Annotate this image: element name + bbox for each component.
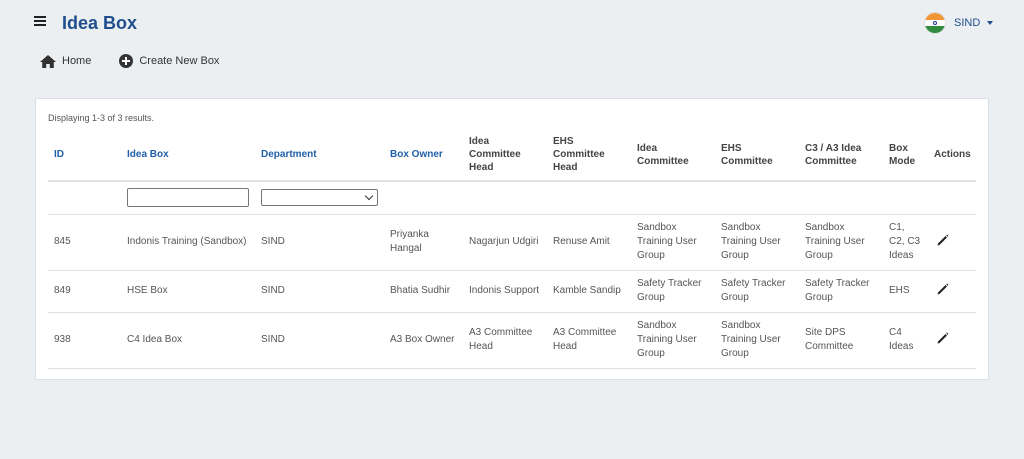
cell-department: SIND — [255, 312, 384, 369]
column-header-ehs-committee-head: EHS Committee Head — [547, 129, 631, 182]
table-body: 845 Indonis Training (Sandbox) SIND Priy… — [48, 214, 976, 369]
home-link[interactable]: Home — [40, 54, 92, 68]
cell-idea-committee-head: A3 Committee Head — [463, 312, 547, 369]
cell-ehs-committee-head: Kamble Sandip — [547, 270, 631, 313]
india-flag-icon — [924, 12, 946, 34]
cell-department: SIND — [255, 214, 384, 271]
column-header-c3a3-committee: C3 / A3 Idea Committee — [799, 129, 883, 182]
page-title: Idea Box — [62, 13, 138, 33]
column-header-idea-committee: Idea Committee — [631, 129, 715, 182]
table-row: 938 C4 Idea Box SIND A3 Box Owner A3 Com… — [48, 312, 976, 369]
cell-actions — [928, 214, 976, 271]
cell-box-owner: Bhatia Sudhir — [384, 270, 463, 313]
cell-ehs-committee: Sandbox Training User Group — [715, 214, 799, 271]
cell-actions — [928, 270, 976, 313]
pencil-edit-icon[interactable] — [936, 331, 950, 345]
pencil-edit-icon[interactable] — [936, 233, 950, 247]
cell-id: 845 — [48, 214, 121, 271]
table-header-row: ID Idea Box Department Box Owner Idea Co… — [48, 129, 976, 182]
cell-idea-box: C4 Idea Box — [121, 312, 255, 369]
results-summary: Displaying 1-3 of 3 results. — [48, 113, 155, 123]
user-name: SIND — [954, 17, 981, 29]
cell-idea-box: HSE Box — [121, 270, 255, 313]
cell-box-owner: Priyanka Hangal — [384, 214, 463, 271]
column-header-actions: Actions — [928, 129, 976, 182]
idea-box-grid-card: Displaying 1-3 of 3 results. ID Idea Box… — [35, 98, 989, 380]
chevron-down-icon — [987, 21, 994, 25]
cell-ehs-committee: Sandbox Training User Group — [715, 312, 799, 369]
column-header-idea-committee-head: Idea Committee Head — [463, 129, 547, 182]
top-bar: Idea Box SIND — [0, 0, 1024, 48]
cell-box-mode: EHS — [883, 270, 928, 313]
cell-c3a3-committee: Sandbox Training User Group — [799, 214, 883, 271]
table-row: 845 Indonis Training (Sandbox) SIND Priy… — [48, 214, 976, 271]
create-new-box-label: Create New Box — [139, 55, 220, 67]
action-nav: Home Create New Box — [40, 54, 247, 68]
pencil-edit-icon[interactable] — [936, 282, 950, 296]
idea-box-filter-input[interactable] — [127, 188, 249, 208]
cell-idea-box: Indonis Training (Sandbox) — [121, 214, 255, 271]
column-header-ehs-committee: EHS Committee — [715, 129, 799, 182]
cell-ehs-committee-head: Renuse Amit — [547, 214, 631, 271]
cell-ehs-committee: Safety Tracker Group — [715, 270, 799, 313]
cell-idea-committee: Sandbox Training User Group — [631, 312, 715, 369]
column-header-idea-box[interactable]: Idea Box — [121, 129, 255, 182]
cell-idea-committee: Sandbox Training User Group — [631, 214, 715, 271]
column-header-id[interactable]: ID — [48, 129, 121, 182]
cell-box-mode: C1, C2, C3 Ideas — [883, 214, 928, 271]
column-header-box-mode: Box Mode — [883, 129, 928, 182]
create-new-box-button[interactable]: Create New Box — [119, 54, 219, 68]
cell-box-mode: C4 Ideas — [883, 312, 928, 369]
home-label: Home — [62, 55, 92, 67]
chevron-down-icon — [364, 192, 374, 201]
cell-id: 938 — [48, 312, 121, 369]
cell-c3a3-committee: Site DPS Committee — [799, 312, 883, 369]
column-header-box-owner[interactable]: Box Owner — [384, 129, 463, 182]
user-menu[interactable]: SIND — [924, 12, 994, 34]
cell-actions — [928, 312, 976, 369]
cell-box-owner: A3 Box Owner — [384, 312, 463, 369]
cell-idea-committee-head: Indonis Support — [463, 270, 547, 313]
column-header-department[interactable]: Department — [255, 129, 384, 182]
cell-idea-committee-head: Nagarjun Udgiri — [463, 214, 547, 271]
filter-row — [48, 181, 976, 215]
table-row: 849 HSE Box SIND Bhatia Sudhir Indonis S… — [48, 270, 976, 313]
home-icon — [40, 54, 56, 68]
department-filter-select[interactable] — [261, 189, 378, 207]
idea-box-table: ID Idea Box Department Box Owner Idea Co… — [48, 129, 976, 369]
cell-c3a3-committee: Safety Tracker Group — [799, 270, 883, 313]
cell-id: 849 — [48, 270, 121, 313]
cell-idea-committee: Safety Tracker Group — [631, 270, 715, 313]
hamburger-icon[interactable] — [34, 16, 46, 28]
plus-circle-icon — [119, 54, 134, 68]
cell-department: SIND — [255, 270, 384, 313]
cell-ehs-committee-head: A3 Committee Head — [547, 312, 631, 369]
